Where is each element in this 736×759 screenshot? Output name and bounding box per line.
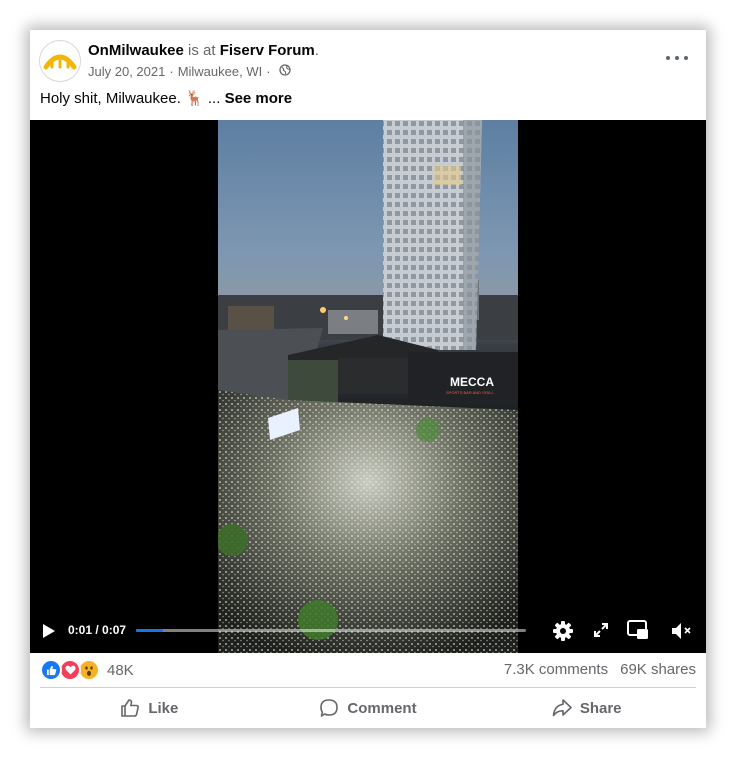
fullscreen-icon[interactable] [593, 622, 609, 643]
muted-volume-icon[interactable] [670, 621, 692, 646]
settings-icon[interactable] [552, 620, 574, 647]
post-actions: Like Comment Share [40, 690, 696, 726]
actions-divider [40, 687, 696, 688]
onmilwaukee-logo [43, 54, 77, 70]
post-place: Milwaukee, WI [177, 64, 263, 79]
shares-count[interactable]: 69K shares [620, 661, 696, 678]
video-progress-fill [136, 629, 164, 632]
mecca-sign-subtext: SPORTS BAR AND GRILL [446, 390, 494, 395]
comment-button[interactable]: Comment [259, 690, 478, 726]
more-dot [675, 56, 679, 60]
title-period: . [314, 42, 319, 59]
is-at-text: is at [183, 42, 220, 59]
share-button[interactable]: Share [477, 690, 696, 726]
see-more-link[interactable]: See more [225, 90, 293, 107]
reaction-count: 48K [107, 661, 134, 679]
crowd-scene-illustration: MECCA SPORTS BAR AND GRILL [218, 120, 518, 653]
wow-reaction-icon [78, 659, 100, 681]
video-player[interactable]: MECCA SPORTS BAR AND GRILL 0:01 / 0:07 [30, 120, 706, 653]
picture-in-picture-icon[interactable] [627, 620, 649, 645]
video-progress-bar[interactable] [136, 629, 526, 632]
video-frame: MECCA SPORTS BAR AND GRILL [218, 120, 518, 653]
like-label: Like [148, 699, 179, 717]
video-time: 0:01 / 0:07 [68, 623, 127, 637]
love-reaction-icon [59, 659, 81, 681]
post-card: OnMilwaukee is at Fiserv Forum. July 20,… [30, 30, 706, 728]
share-label: Share [579, 699, 622, 717]
meta-separator: · [169, 64, 174, 79]
play-icon[interactable] [42, 623, 56, 644]
like-reaction-icon [40, 659, 62, 681]
page-name-link[interactable]: OnMilwaukee [88, 42, 184, 59]
more-options-button[interactable] [666, 50, 688, 66]
like-icon [121, 699, 140, 717]
post-meta: July 20, 2021 · Milwaukee, WI · [88, 63, 319, 81]
like-button[interactable]: Like [40, 690, 259, 726]
post-date[interactable]: July 20, 2021 [88, 63, 165, 81]
more-dot [684, 56, 688, 60]
video-controls: 0:01 / 0:07 [30, 609, 706, 653]
reaction-summary[interactable]: 48K [40, 658, 134, 682]
post-header: OnMilwaukee is at Fiserv Forum. July 20,… [88, 41, 319, 81]
meta-separator-2: · [266, 64, 271, 79]
post-caption: Holy shit, Milwaukee. 🦌 ... See more [40, 88, 292, 110]
more-dot [666, 56, 670, 60]
engagement-counts: 7.3K comments 69K shares [504, 661, 696, 678]
location-link[interactable]: Fiserv Forum [220, 42, 315, 59]
mecca-sign: MECCA [450, 375, 494, 389]
share-icon [552, 699, 572, 717]
globe-icon[interactable] [278, 63, 291, 81]
caption-text: Holy shit, Milwaukee. 🦌 ... [40, 90, 225, 107]
page-avatar[interactable] [39, 40, 81, 82]
post-title-line: OnMilwaukee is at Fiserv Forum. [88, 41, 319, 61]
comments-count[interactable]: 7.3K comments [504, 661, 608, 678]
comment-icon [320, 699, 339, 717]
comment-label: Comment [347, 699, 417, 717]
